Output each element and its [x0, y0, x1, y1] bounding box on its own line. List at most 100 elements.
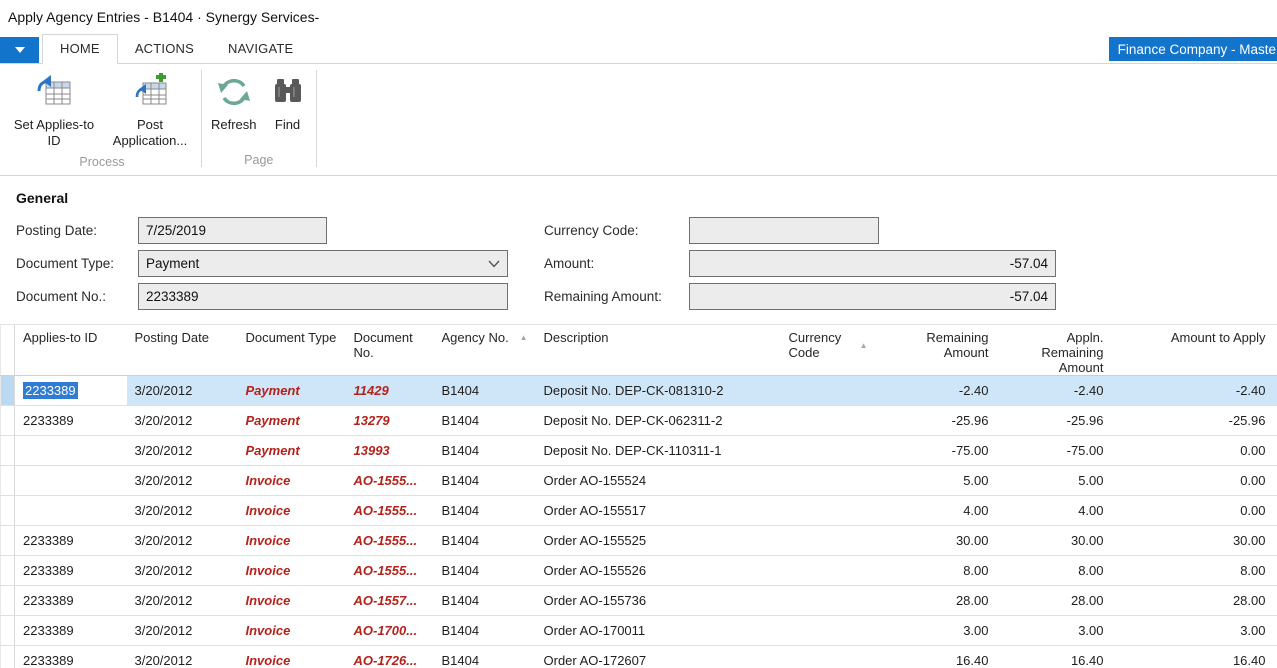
cell-currency-code[interactable]	[781, 556, 876, 586]
cell-remaining-amount[interactable]: 30.00	[876, 526, 1001, 556]
cell-document-no[interactable]: AO-1700...	[346, 616, 434, 646]
cell-currency-code[interactable]	[781, 436, 876, 466]
column-header-agency-no[interactable]: Agency No. ▲	[434, 325, 536, 376]
cell-posting-date[interactable]: 3/20/2012	[127, 466, 238, 496]
cell-description[interactable]: Deposit No. DEP-CK-081310-2	[536, 376, 781, 406]
cell-posting-date[interactable]: 3/20/2012	[127, 556, 238, 586]
cell-description[interactable]: Deposit No. DEP-CK-062311-2	[536, 406, 781, 436]
column-header-appln-remaining-amount[interactable]: Appln. Remaining Amount	[1001, 325, 1116, 376]
cell-description[interactable]: Order AO-155736	[536, 586, 781, 616]
cell-currency-code[interactable]	[781, 376, 876, 406]
cell-document-type[interactable]: Invoice	[238, 526, 346, 556]
cell-remaining-amount[interactable]: -75.00	[876, 436, 1001, 466]
cell-description[interactable]: Order AO-155517	[536, 496, 781, 526]
cell-appln-remaining-amount[interactable]: 4.00	[1001, 496, 1116, 526]
cell-appln-remaining-amount[interactable]: 8.00	[1001, 556, 1116, 586]
cell-description[interactable]: Order AO-155525	[536, 526, 781, 556]
cell-agency-no[interactable]: B1404	[434, 406, 536, 436]
cell-document-no[interactable]: 13279	[346, 406, 434, 436]
cell-applies-to-id[interactable]	[15, 496, 127, 526]
cell-document-type[interactable]: Invoice	[238, 496, 346, 526]
row-selector[interactable]	[1, 556, 15, 586]
cell-currency-code[interactable]	[781, 646, 876, 668]
cell-posting-date[interactable]: 3/20/2012	[127, 376, 238, 406]
document-type-select[interactable]: Payment	[138, 250, 508, 277]
row-selector[interactable]	[1, 616, 15, 646]
cell-applies-to-id[interactable]	[15, 436, 127, 466]
cell-document-type[interactable]: Invoice	[238, 646, 346, 668]
refresh-button[interactable]: Refresh	[205, 70, 263, 136]
cell-remaining-amount[interactable]: 3.00	[876, 616, 1001, 646]
cell-applies-to-id[interactable]: 2233389	[15, 376, 127, 406]
cell-remaining-amount[interactable]: 8.00	[876, 556, 1001, 586]
cell-appln-remaining-amount[interactable]: 28.00	[1001, 586, 1116, 616]
tab-home[interactable]: HOME	[42, 34, 118, 64]
cell-appln-remaining-amount[interactable]: 5.00	[1001, 466, 1116, 496]
column-header-posting-date[interactable]: Posting Date	[127, 325, 238, 376]
cell-amount-to-apply[interactable]: 3.00	[1116, 616, 1277, 646]
cell-appln-remaining-amount[interactable]: -2.40	[1001, 376, 1116, 406]
cell-appln-remaining-amount[interactable]: -25.96	[1001, 406, 1116, 436]
cell-agency-no[interactable]: B1404	[434, 466, 536, 496]
cell-remaining-amount[interactable]: -2.40	[876, 376, 1001, 406]
cell-document-no[interactable]: AO-1557...	[346, 586, 434, 616]
find-button[interactable]: Find	[263, 70, 313, 136]
table-row[interactable]: 3/20/2012 Payment 13993 B1404 Deposit No…	[1, 436, 1277, 466]
row-selector[interactable]	[1, 406, 15, 436]
cell-posting-date[interactable]: 3/20/2012	[127, 646, 238, 668]
cell-appln-remaining-amount[interactable]: 16.40	[1001, 646, 1116, 668]
cell-document-no[interactable]: AO-1555...	[346, 496, 434, 526]
table-row[interactable]: 2233389 3/20/2012 Invoice AO-1700... B14…	[1, 616, 1277, 646]
amount-field[interactable]: -57.04	[689, 250, 1056, 277]
cell-remaining-amount[interactable]: 16.40	[876, 646, 1001, 668]
app-menu-button[interactable]	[0, 37, 39, 63]
table-row[interactable]: 2233389 3/20/2012 Payment 11429 B1404 De…	[1, 376, 1277, 406]
cell-description[interactable]: Deposit No. DEP-CK-110311-1	[536, 436, 781, 466]
row-selector[interactable]	[1, 526, 15, 556]
cell-document-type[interactable]: Invoice	[238, 466, 346, 496]
tab-navigate[interactable]: NAVIGATE	[211, 35, 310, 63]
cell-amount-to-apply[interactable]: 28.00	[1116, 586, 1277, 616]
cell-description[interactable]: Order AO-172607	[536, 646, 781, 668]
column-header-currency-code[interactable]: Currency Code ▲	[781, 325, 876, 376]
cell-applies-to-id[interactable]: 2233389	[15, 586, 127, 616]
column-header-remaining-amount[interactable]: Remaining Amount	[876, 325, 1001, 376]
cell-amount-to-apply[interactable]: -25.96	[1116, 406, 1277, 436]
cell-document-no[interactable]: AO-1555...	[346, 466, 434, 496]
row-selector[interactable]	[1, 466, 15, 496]
cell-currency-code[interactable]	[781, 466, 876, 496]
row-selector[interactable]	[1, 376, 15, 406]
cell-remaining-amount[interactable]: 5.00	[876, 466, 1001, 496]
column-header-applies-to-id[interactable]: Applies-to ID	[15, 325, 127, 376]
posting-date-field[interactable]: 7/25/2019	[138, 217, 327, 244]
document-no-field[interactable]: 2233389	[138, 283, 508, 310]
cell-description[interactable]: Order AO-155524	[536, 466, 781, 496]
cell-posting-date[interactable]: 3/20/2012	[127, 616, 238, 646]
remaining-amount-field[interactable]: -57.04	[689, 283, 1056, 310]
column-header-amount-to-apply[interactable]: Amount to Apply	[1116, 325, 1277, 376]
row-selector[interactable]	[1, 436, 15, 466]
cell-applies-to-id[interactable]: 2233389	[15, 406, 127, 436]
cell-applies-to-id[interactable]: 2233389	[15, 526, 127, 556]
cell-amount-to-apply[interactable]: 30.00	[1116, 526, 1277, 556]
cell-currency-code[interactable]	[781, 496, 876, 526]
cell-document-no[interactable]: 11429	[346, 376, 434, 406]
column-header-description[interactable]: Description	[536, 325, 781, 376]
row-selector[interactable]	[1, 586, 15, 616]
cell-agency-no[interactable]: B1404	[434, 526, 536, 556]
cell-document-type[interactable]: Payment	[238, 376, 346, 406]
column-header-document-type[interactable]: Document Type	[238, 325, 346, 376]
cell-posting-date[interactable]: 3/20/2012	[127, 586, 238, 616]
cell-document-type[interactable]: Invoice	[238, 616, 346, 646]
cell-document-no[interactable]: 13993	[346, 436, 434, 466]
cell-appln-remaining-amount[interactable]: -75.00	[1001, 436, 1116, 466]
cell-currency-code[interactable]	[781, 526, 876, 556]
cell-currency-code[interactable]	[781, 616, 876, 646]
cell-agency-no[interactable]: B1404	[434, 646, 536, 668]
cell-agency-no[interactable]: B1404	[434, 556, 536, 586]
cell-amount-to-apply[interactable]: 0.00	[1116, 466, 1277, 496]
cell-agency-no[interactable]: B1404	[434, 616, 536, 646]
currency-code-field[interactable]	[689, 217, 879, 244]
cell-applies-to-id[interactable]	[15, 466, 127, 496]
table-row[interactable]: 2233389 3/20/2012 Invoice AO-1555... B14…	[1, 526, 1277, 556]
